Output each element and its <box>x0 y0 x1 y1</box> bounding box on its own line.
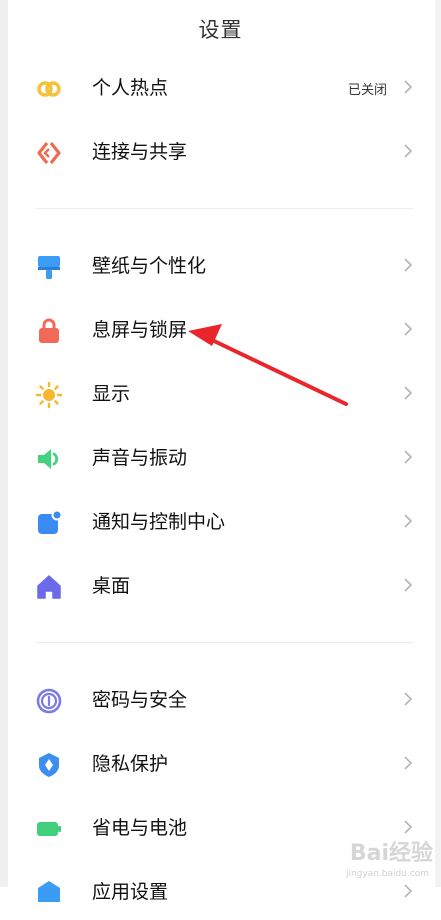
chevron-right-icon <box>404 450 413 464</box>
chevron-right-icon <box>404 884 413 898</box>
sound-icon <box>38 449 59 469</box>
connection-share-icon <box>37 142 61 164</box>
page-title: 设置 <box>198 18 243 42</box>
setting-item-label: 密码与安全 <box>92 689 188 711</box>
setting-item-label: 省电与电池 <box>92 817 188 839</box>
setting-item-sound[interactable]: 声音与振动 <box>8 430 435 486</box>
setting-item-hotspot[interactable]: 个人热点 已关闭 <box>8 60 435 116</box>
left-frame-edge <box>0 0 8 887</box>
fingerprint-icon <box>36 688 62 714</box>
setting-item-label: 个人热点 <box>92 77 169 99</box>
setting-item-connection-share[interactable]: 连接与共享 <box>8 124 435 180</box>
setting-item-lock-screen[interactable]: 息屏与锁屏 <box>8 302 435 358</box>
chevron-right-icon <box>404 820 413 834</box>
hotspot-icon <box>37 81 61 97</box>
right-frame-edge <box>435 0 441 887</box>
chevron-right-icon <box>404 692 413 706</box>
setting-item-label: 壁纸与个性化 <box>92 255 207 277</box>
group-divider <box>36 208 413 209</box>
chevron-right-icon <box>404 386 413 400</box>
watermark-logo: Bai经验 <box>349 841 433 866</box>
setting-item-password-security[interactable]: 密码与安全 <box>8 672 435 728</box>
watermark-sub: jingyan.baidu.com <box>345 869 429 879</box>
brightness-icon <box>36 382 62 408</box>
wallpaper-icon <box>38 256 60 279</box>
setting-item-value: 已关闭 <box>347 83 387 98</box>
chevron-right-icon <box>404 144 413 158</box>
privacy-icon <box>39 753 59 777</box>
setting-item-label: 桌面 <box>92 575 131 597</box>
apps-icon <box>38 881 60 902</box>
chevron-right-icon <box>404 756 413 770</box>
setting-item-display[interactable]: 显示 <box>8 366 435 422</box>
setting-item-label: 连接与共享 <box>92 141 188 163</box>
setting-item-label: 应用设置 <box>92 881 169 903</box>
setting-item-label: 通知与控制中心 <box>92 511 226 533</box>
battery-icon <box>37 822 61 836</box>
chevron-right-icon <box>404 578 413 592</box>
chevron-right-icon <box>404 322 413 336</box>
setting-item-label: 声音与振动 <box>92 447 188 469</box>
setting-item-home-screen[interactable]: 桌面 <box>8 558 435 614</box>
chevron-right-icon <box>404 80 413 94</box>
setting-item-label: 息屏与锁屏 <box>92 319 188 341</box>
setting-item-label: 显示 <box>92 383 131 405</box>
setting-item-notifications[interactable]: 通知与控制中心 <box>8 494 435 550</box>
setting-item-privacy[interactable]: 隐私保护 <box>8 736 435 792</box>
lock-icon <box>39 318 59 343</box>
setting-item-label: 隐私保护 <box>92 753 169 775</box>
notification-icon <box>38 510 62 534</box>
chevron-right-icon <box>404 514 413 528</box>
home-icon <box>37 575 61 599</box>
group-divider <box>36 642 413 643</box>
setting-item-wallpaper[interactable]: 壁纸与个性化 <box>8 238 435 294</box>
chevron-right-icon <box>404 258 413 272</box>
